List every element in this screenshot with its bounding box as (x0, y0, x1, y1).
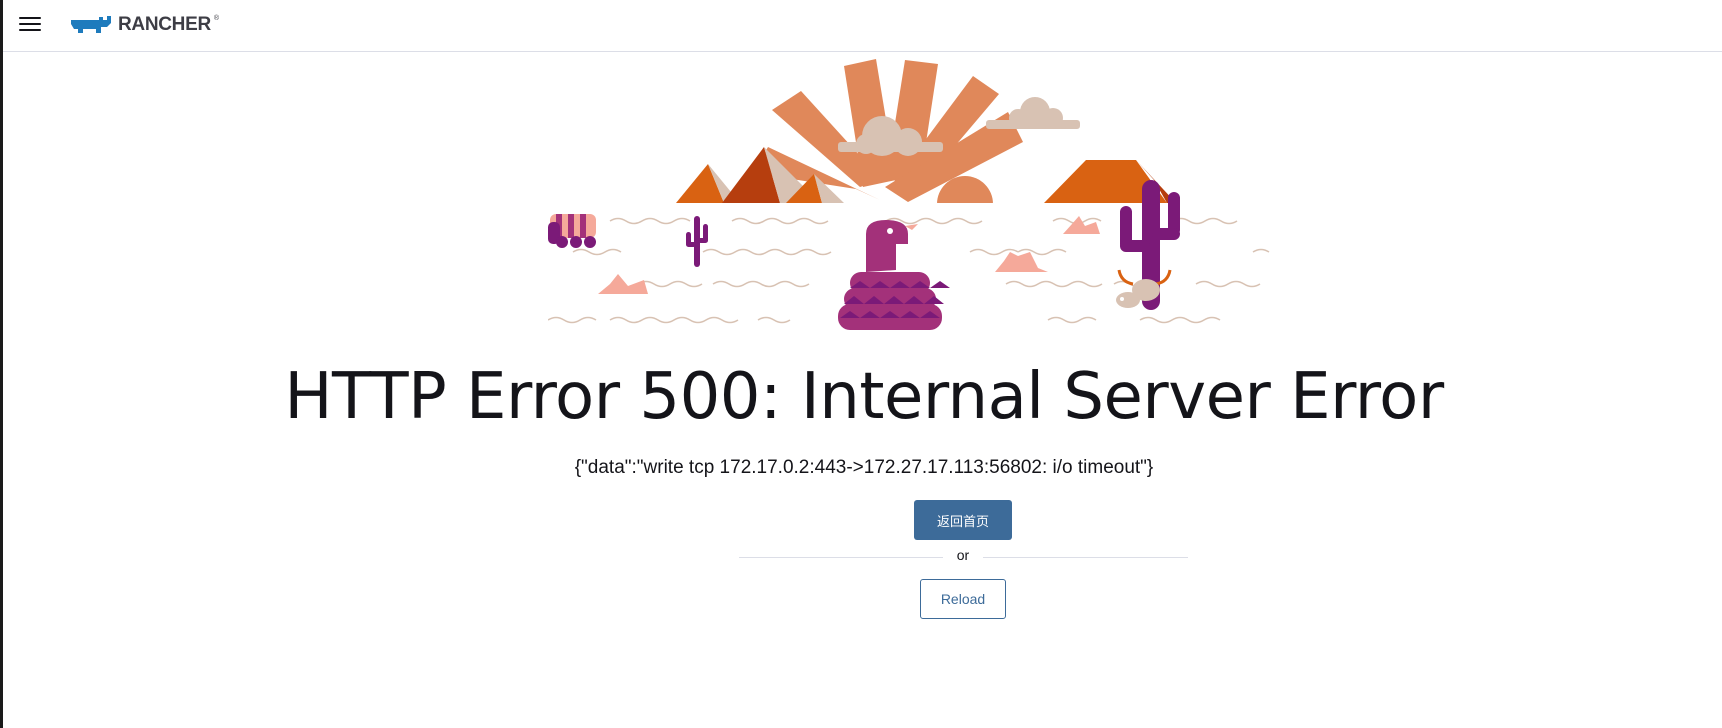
coiled-snake (838, 220, 950, 330)
divider-right (983, 557, 1188, 558)
desert-illustration (548, 59, 1270, 330)
or-separator: or (956, 547, 970, 563)
reload-button[interactable]: Reload (920, 579, 1006, 619)
covered-wagon (548, 214, 596, 248)
error-detail: {"data":"write tcp 172.17.0.2:443->172.2… (574, 457, 1154, 478)
cloud-right (986, 97, 1080, 129)
go-home-button[interactable]: 返回首页 (914, 500, 1012, 540)
rancher-brand[interactable]: RANCHER ® (69, 12, 219, 38)
top-header: RANCHER ® (3, 0, 1722, 52)
hamburger-menu-icon[interactable] (19, 14, 41, 34)
brand-registered-mark: ® (213, 14, 220, 22)
rancher-bull-logo-icon (71, 16, 111, 33)
divider-left (739, 557, 943, 558)
error-title: HTTP Error 500: Internal Server Error (284, 360, 1444, 434)
brand-name: RANCHER (118, 14, 211, 35)
